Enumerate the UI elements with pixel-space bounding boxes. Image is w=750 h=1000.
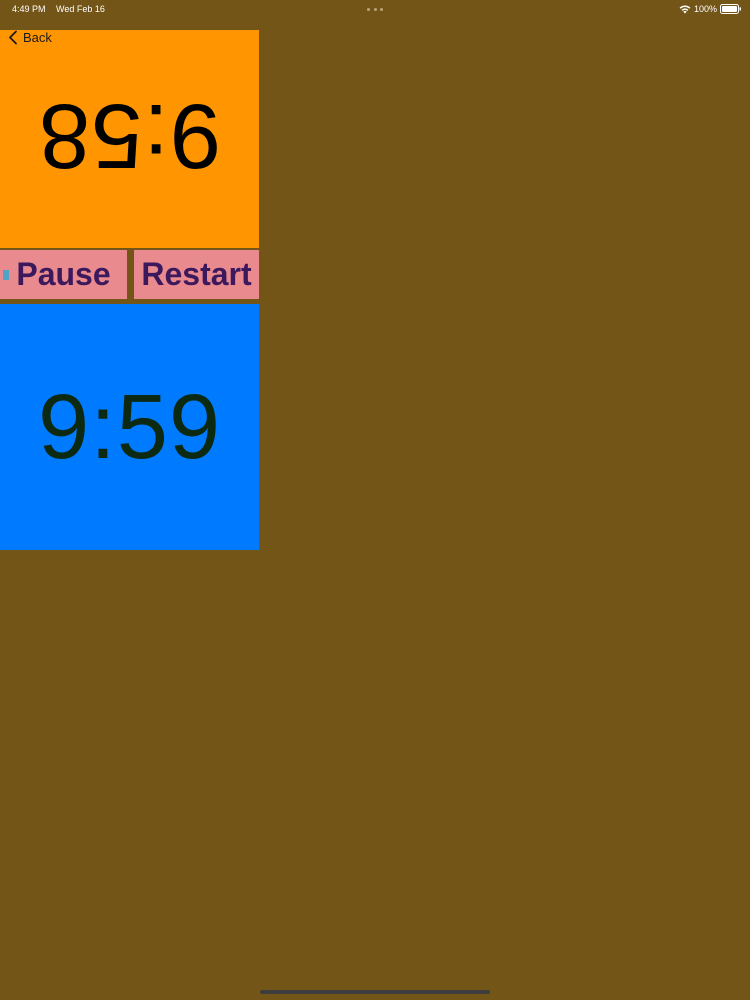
player-two-time: 9:59 [37, 376, 222, 478]
player-one-time: 9:58 [37, 85, 222, 187]
status-date: Wed Feb 16 [56, 4, 105, 14]
chevron-left-icon [9, 30, 17, 44]
battery-icon [720, 4, 741, 14]
status-bar: 4:49 PM Wed Feb 16 100% [0, 0, 750, 20]
pause-label: Pause [16, 256, 111, 292]
restart-button[interactable]: Restart [134, 250, 259, 299]
home-indicator[interactable] [260, 990, 490, 994]
player-two-timer[interactable]: 9:59 [0, 304, 259, 550]
back-button[interactable]: Back [8, 28, 52, 46]
status-time: 4:49 PM [12, 4, 46, 14]
pause-marker [3, 270, 9, 280]
back-label: Back [23, 29, 52, 45]
pause-button[interactable]: Pause [0, 250, 127, 299]
multitasking-dots-icon[interactable] [367, 8, 383, 12]
wifi-icon [679, 5, 691, 14]
restart-label: Restart [141, 256, 252, 292]
battery-percent: 100% [694, 4, 718, 14]
player-one-timer[interactable]: 9:58 [0, 30, 259, 248]
